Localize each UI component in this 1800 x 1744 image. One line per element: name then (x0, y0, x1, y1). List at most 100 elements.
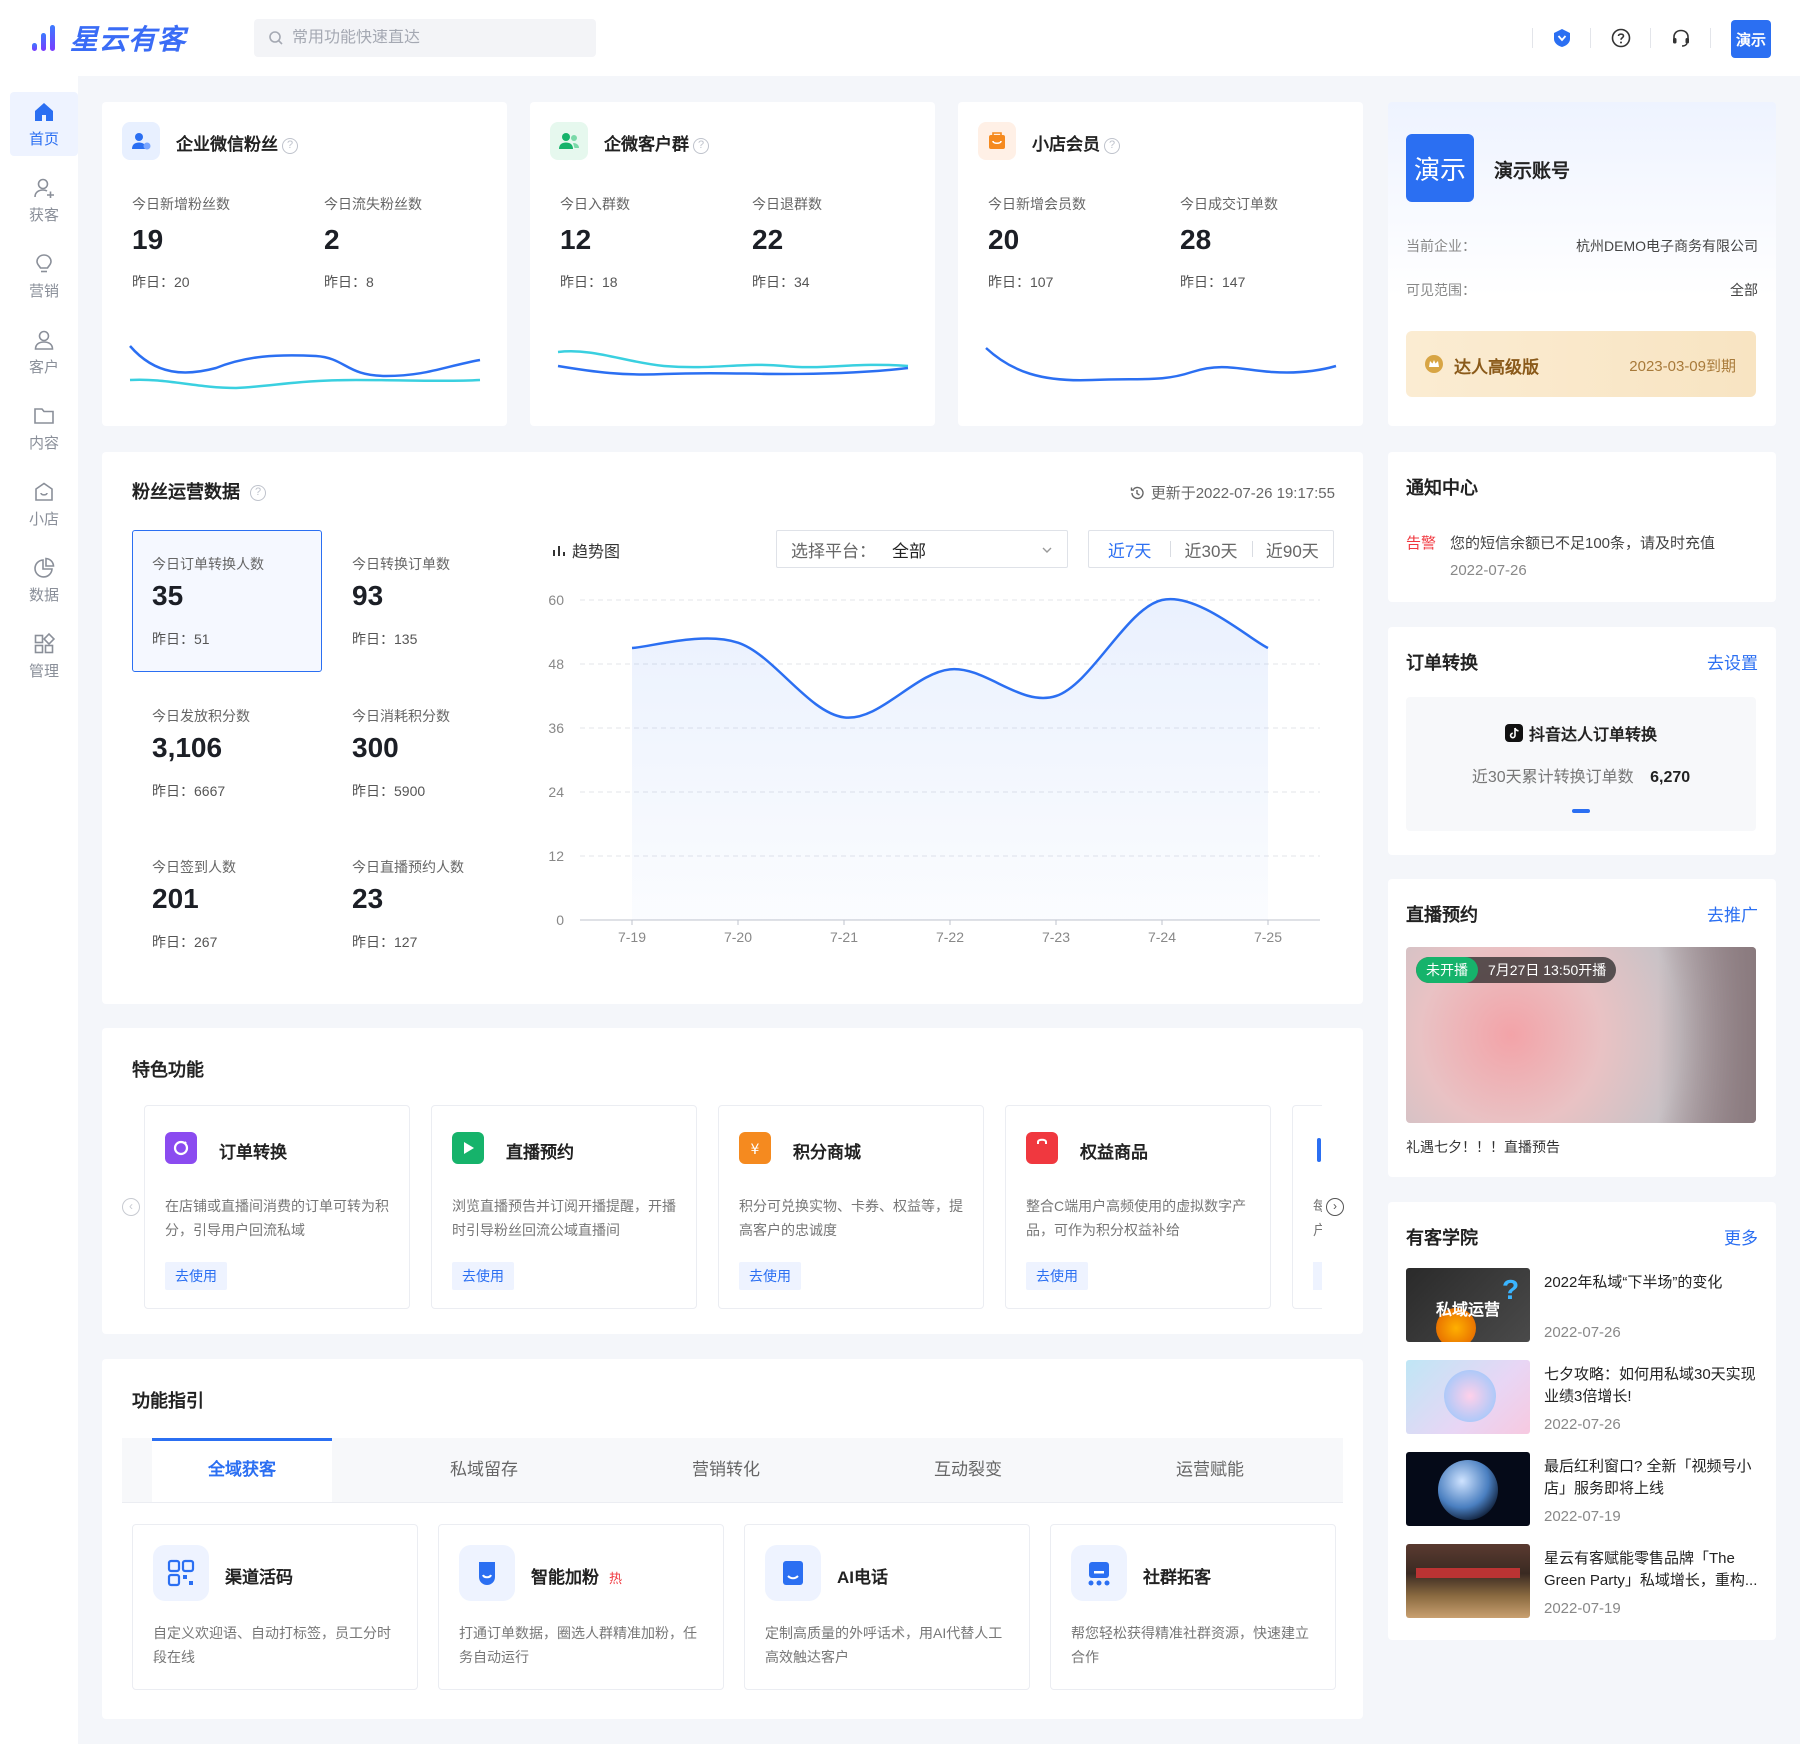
more-link[interactable]: 更多 (1724, 1224, 1758, 1249)
feature-card-partial[interactable]: 每户 (1292, 1105, 1322, 1309)
news-item[interactable]: 七夕攻略：如何用私域30天实现业绩3倍增长! 2022-07-26 (1406, 1360, 1756, 1436)
sidebar-item-shop[interactable]: 小店 (10, 472, 78, 536)
chevron-down-icon (1042, 547, 1052, 553)
promote-link[interactable]: 去推广 (1707, 901, 1758, 926)
use-button[interactable]: 去使用 (1026, 1262, 1088, 1290)
tab-private-retain[interactable]: 私域留存 (394, 1438, 574, 1502)
guide-item-smart-fans[interactable]: 智能加粉热 打通订单数据，圈选人群精准加粉，任务自动运行 (438, 1524, 724, 1690)
qrcode-icon (153, 1545, 209, 1601)
guide-item-community[interactable]: 社群拓客 帮您轻松获得精准社群资源，快速建立合作 (1050, 1524, 1336, 1690)
tab-ops-empower[interactable]: 运营赋能 (1120, 1438, 1300, 1502)
platform-label: 选择平台： (791, 541, 876, 561)
y-tick-label: 60 (548, 592, 564, 608)
divider (1710, 28, 1711, 48)
feature-name: 订单转换 (219, 1143, 287, 1162)
convert-platform: 抖音达人订单转换 (1406, 721, 1756, 745)
sidebar-item-label: 小店 (28, 510, 59, 528)
feature-card-order-convert[interactable]: 订单转换 在店铺或直播间消费的订单可转为积分，引导用户回流私域 去使用 (144, 1105, 410, 1309)
sidebar-item-marketing[interactable]: 营销 (10, 244, 78, 308)
tab-interactive-fission[interactable]: 互动裂变 (878, 1438, 1058, 1502)
feature-card-live[interactable]: 直播预约 浏览直播预告并订阅开播提醒，开播时引导粉丝回流公域直播间 去使用 (431, 1105, 697, 1309)
folder-icon (34, 407, 54, 424)
smart-fans-icon (459, 1545, 515, 1601)
sidebar-item-home[interactable]: 首页 (10, 92, 78, 156)
tab-global-acquire[interactable]: 全域获客 (152, 1438, 332, 1502)
news-item[interactable]: ? 私域运营 2022年私域“下半场”的变化 2022-07-26 (1406, 1268, 1756, 1344)
stat-value: 35 (152, 580, 184, 611)
card-title-text: 企业微信粉丝 (176, 135, 278, 154)
shield-icon[interactable] (1548, 24, 1576, 52)
card-title-text: 企微客户群 (604, 135, 689, 154)
trend-label-text: 趋势图 (572, 544, 621, 561)
notice-date: 2022-07-26 (1450, 562, 1527, 579)
help-icon[interactable]: ? (693, 137, 709, 154)
convert-metric-value: 6,270 (1650, 769, 1691, 786)
news-date: 2022-07-26 (1544, 1416, 1621, 1433)
guide-desc: 自定义欢迎语、自动打标签，员工分时段在线 (153, 1625, 391, 1665)
user-icon (34, 330, 54, 350)
user-avatar[interactable]: 演示 (1731, 20, 1771, 58)
chevron-right-icon[interactable]: › (1326, 1198, 1344, 1216)
guide-item-channel-code[interactable]: 渠道活码 自定义欢迎语、自动打标签，员工分时段在线 (132, 1524, 418, 1690)
help-icon[interactable]: ? (250, 485, 266, 502)
brand-logo[interactable]: 星云有客 (28, 20, 186, 56)
account-card: 演示 演示账号 当前企业： 杭州DEMO电子商务有限公司 可见范围： 全部 达人… (1388, 102, 1776, 426)
chevron-left-icon[interactable]: ‹ (122, 1198, 140, 1216)
sidebar-item-customer[interactable]: 客户 (10, 320, 78, 384)
stat-label: 今日新增粉丝数 (132, 196, 230, 212)
sidebar-item-data[interactable]: 数据 (10, 548, 78, 612)
updated-text: 更新于2022-07-26 19:17:55 (1150, 485, 1335, 502)
feature-card-points-mall[interactable]: ¥ 积分商城 积分可兑换实物、卡券、权益等，提高客户的忠诚度 去使用 (718, 1105, 984, 1309)
user-add-icon (34, 178, 54, 198)
notice-text[interactable]: 您的短信余额已不足100条，请及时充值 (1450, 532, 1715, 553)
stat-value: 28 (1180, 224, 1212, 255)
wechat-fans-icon (122, 122, 160, 160)
stat-value: 20 (988, 224, 1020, 255)
settings-link[interactable]: 去设置 (1707, 649, 1758, 674)
sidebar-item-manage[interactable]: 管理 (10, 624, 78, 688)
help-icon[interactable]: ? (1104, 137, 1120, 154)
stat-label: 今日订单转换人数 (152, 556, 264, 572)
tab-divider (122, 1502, 1343, 1503)
headset-icon[interactable] (1667, 24, 1695, 52)
use-button[interactable]: 去使用 (452, 1262, 514, 1290)
guide-item-ai-phone[interactable]: AI电话 定制高质量的外呼话术，用AI代替人工高效触达客户 (744, 1524, 1030, 1690)
range-7d[interactable]: 近7天 (1089, 537, 1170, 562)
carousel-dot[interactable] (1572, 809, 1590, 813)
stat-prev: 昨日：8 (324, 274, 374, 290)
search-input[interactable] (292, 29, 582, 47)
sidebar-item-acquire[interactable]: 获客 (10, 168, 78, 232)
feature-card-benefit-goods[interactable]: 权益商品 整合C端用户高频使用的虚拟数字产品，可作为积分权益补给 去使用 (1005, 1105, 1271, 1309)
feature-name: 直播预约 (506, 1143, 574, 1162)
news-thumbnail: ? 私域运营 (1406, 1268, 1530, 1342)
stat-prev: 昨日：135 (352, 631, 418, 647)
sidebar-item-label: 营销 (28, 282, 59, 300)
stat-value: 22 (752, 224, 784, 255)
card-title: 企业微信粉丝? (176, 130, 298, 155)
stat-prev: 昨日：267 (152, 934, 218, 950)
thumb-decoration (1416, 1568, 1520, 1578)
use-button[interactable]: 去使用 (165, 1262, 227, 1290)
sidebar-item-label: 数据 (28, 586, 59, 604)
pie-icon (34, 557, 55, 578)
plan-expiry: 2023-03-09到期 (1629, 358, 1736, 375)
use-button[interactable]: 去使用 (739, 1262, 801, 1290)
news-item[interactable]: 最后红利窗口? 全新「视频号小店」服务即将上线 2022-07-19 (1406, 1452, 1756, 1528)
help-icon[interactable]: ? (282, 137, 298, 154)
range-30d[interactable]: 近30天 (1170, 537, 1251, 562)
search-box[interactable] (254, 19, 596, 57)
stat-prev: 昨日：5900 (352, 783, 426, 799)
help-icon[interactable] (1607, 24, 1635, 52)
sidebar-item-content[interactable]: 内容 (10, 396, 78, 460)
platform-select[interactable]: 选择平台： 全部 (776, 530, 1068, 568)
live-cover[interactable]: 未开播 7月27日 13:50开播 (1406, 947, 1756, 1123)
range-90d[interactable]: 近90天 (1251, 537, 1333, 562)
news-item[interactable]: 星云有客赋能零售品牌「The Green Party」私域增长，重构... 20… (1406, 1544, 1757, 1620)
tab-marketing-convert[interactable]: 营销转化 (636, 1438, 816, 1502)
plan-badge[interactable]: 达人高级版 2023-03-09到期 (1406, 331, 1756, 397)
news-thumbnail (1406, 1452, 1530, 1526)
stat-label: 今日新增会员数 (988, 196, 1086, 212)
crown-icon (1425, 355, 1443, 373)
alert-tag: 告警 (1406, 535, 1437, 552)
y-tick-label: 12 (548, 848, 564, 864)
